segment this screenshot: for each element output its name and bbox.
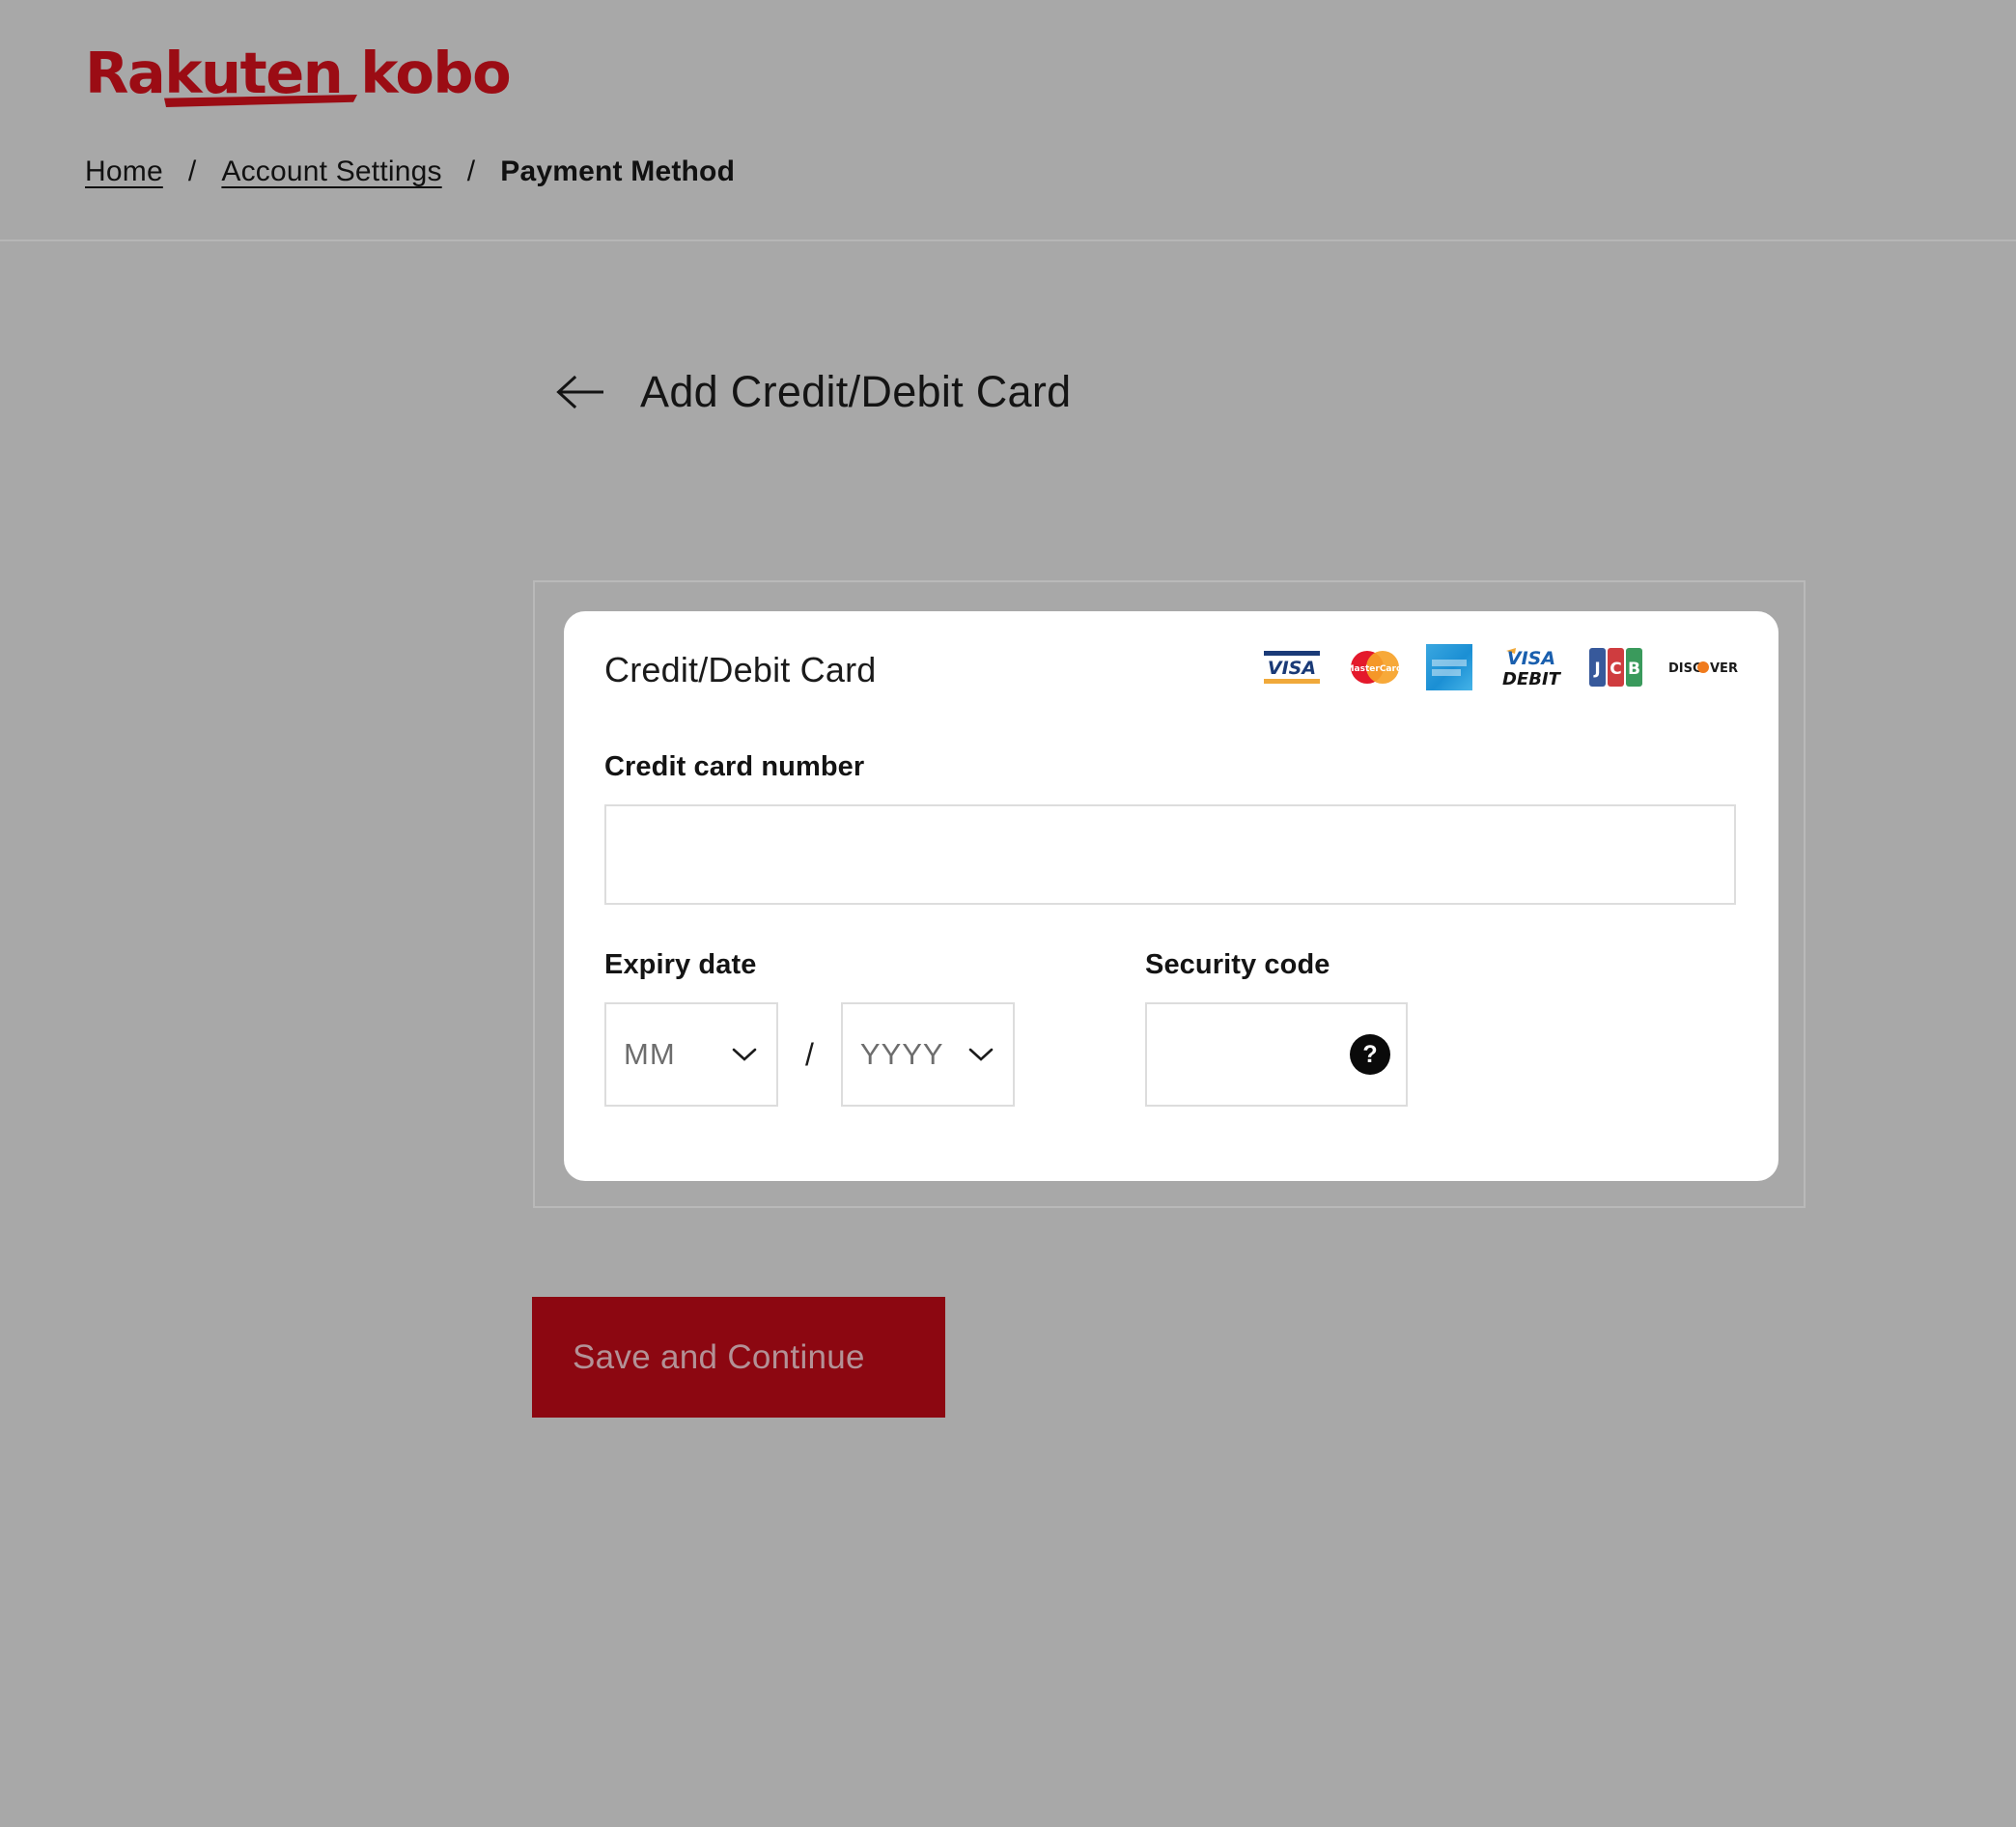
rakuten-kobo-logo[interactable]: Rakuten kobo xyxy=(85,40,512,107)
mastercard-logo: MasterCard xyxy=(1344,648,1404,691)
breadcrumb-item-payment-method: Payment Method xyxy=(500,155,736,187)
svg-text:VER: VER xyxy=(1710,661,1738,676)
page-title: Add Credit/Debit Card xyxy=(640,367,1072,417)
expiry-separator: / xyxy=(805,1036,814,1072)
svg-text:VISA: VISA xyxy=(1268,658,1316,679)
arrow-left-icon[interactable] xyxy=(555,373,605,411)
expiry-year-select[interactable]: YYYY xyxy=(840,1002,1015,1107)
expiry-year-value: YYYY xyxy=(859,1037,944,1071)
payment-panel-outer: Credit/Debit Card VISA MasterCard VISA D… xyxy=(533,580,1806,1208)
expiry-month-select[interactable]: MM xyxy=(604,1002,778,1107)
breadcrumb-separator: / xyxy=(187,155,197,187)
chevron-down-icon xyxy=(732,1047,757,1062)
svg-text:B: B xyxy=(1628,660,1640,679)
visa-logo: VISA xyxy=(1262,648,1322,691)
svg-text:J: J xyxy=(1593,660,1600,679)
svg-text:C: C xyxy=(1610,660,1621,679)
jcb-logo: J C B xyxy=(1588,645,1644,694)
svg-text:VISA: VISA xyxy=(1507,648,1555,669)
svg-text:DISC: DISC xyxy=(1668,661,1702,676)
expiry-selects-row: MM / YYYY xyxy=(604,1002,1145,1107)
brand-wordmark: Rakuten kobo xyxy=(85,40,512,106)
breadcrumb-item-home[interactable]: Home xyxy=(85,155,163,188)
svg-text:DEBIT: DEBIT xyxy=(1502,669,1562,689)
site-header: Rakuten kobo xyxy=(0,0,2016,107)
chevron-down-icon xyxy=(968,1047,994,1062)
security-code-group: Security code ? xyxy=(1145,949,1531,1107)
accepted-card-brands: VISA MasterCard VISA DEBIT J C B DISC VE… xyxy=(1262,644,1738,695)
expiry-month-value: MM xyxy=(624,1037,676,1071)
breadcrumb-separator: / xyxy=(466,155,476,187)
card-form-header: Credit/Debit Card VISA MasterCard VISA D… xyxy=(604,644,1738,695)
expiry-date-group: Expiry date MM / YYYY xyxy=(604,949,1145,1107)
credit-debit-card-form: Credit/Debit Card VISA MasterCard VISA D… xyxy=(564,611,1778,1181)
amex-logo xyxy=(1426,644,1472,695)
discover-logo: DISC VER xyxy=(1666,656,1738,684)
credit-card-number-label: Credit card number xyxy=(604,751,865,782)
card-form-title: Credit/Debit Card xyxy=(604,649,877,689)
breadcrumb: Home / Account Settings / Payment Method xyxy=(0,101,2016,188)
save-and-continue-button[interactable]: Save and Continue xyxy=(532,1297,945,1418)
header-divider xyxy=(0,239,2016,241)
credit-card-number-input[interactable] xyxy=(604,804,1736,905)
breadcrumb-item-account-settings[interactable]: Account Settings xyxy=(221,155,441,188)
page-title-row: Add Credit/Debit Card xyxy=(0,338,2016,446)
visa-debit-logo: VISA DEBIT xyxy=(1495,645,1566,694)
security-code-label: Security code xyxy=(1145,949,1330,980)
expiry-date-label: Expiry date xyxy=(604,949,757,980)
svg-text:MasterCard: MasterCard xyxy=(1346,664,1403,674)
help-question-icon[interactable]: ? xyxy=(1350,1034,1390,1075)
expiry-security-row: Expiry date MM / YYYY Security code ? xyxy=(604,949,1738,1107)
security-code-field: ? xyxy=(1145,1002,1408,1107)
